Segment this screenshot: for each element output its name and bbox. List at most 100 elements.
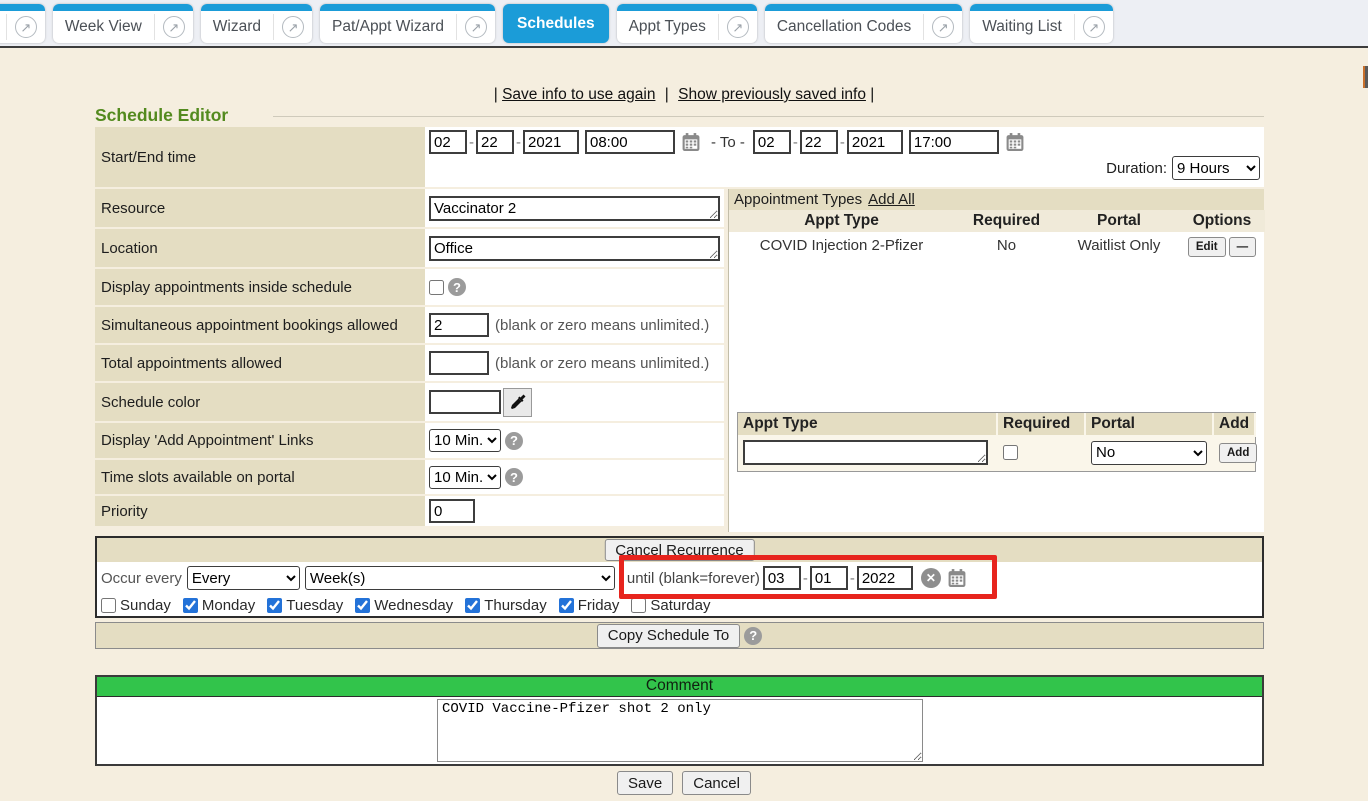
tuesday-checkbox[interactable] xyxy=(267,598,282,613)
appointment-types-panel: Appointment Types Add All Appt Type Requ… xyxy=(728,189,1264,532)
save-button[interactable]: Save xyxy=(617,771,673,795)
start-month-input[interactable] xyxy=(429,130,467,154)
until-label: until (blank=forever) xyxy=(627,570,760,587)
tab-cancellation-codes[interactable]: Cancellation Codes ↗ xyxy=(765,4,962,43)
priority-input[interactable] xyxy=(429,499,475,523)
cancel-recurrence-button[interactable]: Cancel Recurrence xyxy=(604,539,754,561)
schedule-color-input[interactable] xyxy=(429,390,501,414)
tab-label: Cancellation Codes xyxy=(765,18,923,36)
end-time-input[interactable] xyxy=(909,130,999,154)
add-links-select[interactable]: 10 Min. xyxy=(429,429,501,452)
day-tuesday[interactable]: Tuesday xyxy=(267,597,343,614)
tab-open-new-window-button[interactable]: ↗ xyxy=(456,14,495,40)
total-appointments-input[interactable] xyxy=(429,351,489,375)
until-year-input[interactable] xyxy=(857,566,913,590)
form-actions: Save Cancel xyxy=(0,771,1368,795)
schedule-form: Resource Vaccinator 2 Location Office Di… xyxy=(95,189,724,526)
new-appt-required-checkbox[interactable] xyxy=(1003,445,1018,460)
display-appointments-checkbox[interactable] xyxy=(429,280,444,295)
occur-every-label: Occur every xyxy=(101,570,182,587)
tab-open-new-window-button[interactable]: ↗ xyxy=(6,14,45,40)
until-day-input[interactable] xyxy=(810,566,848,590)
sunday-checkbox[interactable] xyxy=(101,598,116,613)
help-icon[interactable]: ? xyxy=(744,627,762,645)
copy-schedule-to-button[interactable]: Copy Schedule To xyxy=(597,624,740,648)
day-thursday[interactable]: Thursday xyxy=(465,597,547,614)
day-wednesday[interactable]: Wednesday xyxy=(355,597,453,614)
day-friday[interactable]: Friday xyxy=(559,597,620,614)
monday-checkbox[interactable] xyxy=(183,598,198,613)
thursday-checkbox[interactable] xyxy=(465,598,480,613)
tab-week-view[interactable]: Week View ↗ xyxy=(53,4,193,43)
copy-schedule-bar: Copy Schedule To ? xyxy=(95,622,1264,649)
friday-checkbox[interactable] xyxy=(559,598,574,613)
tab-open-new-window-button[interactable]: ↗ xyxy=(718,14,757,40)
comment-textarea[interactable]: COVID Vaccine-Pfizer shot 2 only xyxy=(437,699,923,762)
occur-unit-select[interactable]: Week(s) xyxy=(305,566,615,590)
add-appt-type-button[interactable]: Add xyxy=(1219,443,1257,463)
wednesday-checkbox[interactable] xyxy=(355,598,370,613)
day-saturday[interactable]: Saturday xyxy=(631,597,710,614)
edit-appt-type-button[interactable]: Edit xyxy=(1188,237,1226,257)
tab-open-new-window-button[interactable]: ↗ xyxy=(154,14,193,40)
to-label: - To - xyxy=(711,134,745,151)
saturday-checkbox[interactable] xyxy=(631,598,646,613)
occur-frequency-select[interactable]: Every xyxy=(187,566,300,590)
help-icon[interactable]: ? xyxy=(505,432,523,450)
location-input[interactable]: Office xyxy=(429,236,720,261)
total-appointments-label: Total appointments allowed xyxy=(95,345,425,381)
help-icon[interactable]: ? xyxy=(448,278,466,296)
day-sunday[interactable]: Sunday xyxy=(101,597,171,614)
tab-open-new-window-button[interactable]: ↗ xyxy=(1074,14,1113,40)
time-slots-select[interactable]: 10 Min. xyxy=(429,466,501,489)
new-appt-type-input[interactable] xyxy=(743,440,988,465)
end-year-input[interactable] xyxy=(847,130,903,154)
color-picker-button[interactable] xyxy=(503,388,532,417)
until-calendar-icon[interactable] xyxy=(947,568,967,588)
date-separator: - xyxy=(803,570,808,587)
col-required: Required xyxy=(954,210,1059,232)
add-all-link[interactable]: Add All xyxy=(868,191,915,208)
save-info-link[interactable]: Save info to use again xyxy=(502,86,655,103)
start-year-input[interactable] xyxy=(523,130,579,154)
tab-waiting-list[interactable]: Waiting List ↗ xyxy=(970,4,1113,43)
start-end-label: Start/End time xyxy=(95,127,425,187)
tab-label: Waiting List xyxy=(970,18,1074,36)
tab-open-new-window-button[interactable]: ↗ xyxy=(273,14,312,40)
end-month-input[interactable] xyxy=(753,130,791,154)
weekday-checkboxes: Sunday Monday Tuesday Wednesday Thursday… xyxy=(97,594,1262,616)
tab-open-new-window-button[interactable]: ↗ xyxy=(923,14,962,40)
help-icon[interactable]: ? xyxy=(505,468,523,486)
clear-until-date-icon[interactable]: ✕ xyxy=(921,568,941,588)
col-options: Options xyxy=(1179,210,1265,232)
date-separator: - xyxy=(516,134,521,151)
day-monday[interactable]: Monday xyxy=(183,597,255,614)
start-time-input[interactable] xyxy=(585,130,675,154)
start-calendar-icon[interactable] xyxy=(681,132,701,152)
end-calendar-icon[interactable] xyxy=(1005,132,1025,152)
time-slots-label: Time slots available on portal xyxy=(95,460,425,494)
resource-input[interactable]: Vaccinator 2 xyxy=(429,196,720,221)
simultaneous-label: Simultaneous appointment bookings allowe… xyxy=(95,307,425,343)
duration-label: Duration: xyxy=(1106,160,1167,177)
new-appt-portal-select[interactable]: No xyxy=(1091,441,1207,465)
vertical-scrollbar-thumb[interactable] xyxy=(1363,66,1368,88)
end-day-input[interactable] xyxy=(800,130,838,154)
date-separator: - xyxy=(850,570,855,587)
tab-wizard[interactable]: Wizard ↗ xyxy=(201,4,312,43)
until-month-input[interactable] xyxy=(763,566,801,590)
external-link-icon: ↗ xyxy=(727,16,749,38)
duration-select[interactable]: 9 Hours xyxy=(1172,156,1260,180)
col-portal: Portal xyxy=(1059,210,1179,232)
tab-day-view[interactable]: ew ↗ xyxy=(0,4,45,43)
start-day-input[interactable] xyxy=(476,130,514,154)
external-link-icon: ↗ xyxy=(15,16,37,38)
tab-pat-appt-wizard[interactable]: Pat/Appt Wizard ↗ xyxy=(320,4,495,43)
remove-appt-type-button[interactable]: — xyxy=(1229,237,1257,257)
cancel-button[interactable]: Cancel xyxy=(682,771,751,795)
show-saved-info-link[interactable]: Show previously saved info xyxy=(678,86,866,103)
tab-appt-types[interactable]: Appt Types ↗ xyxy=(617,4,757,43)
tab-schedules[interactable]: Schedules xyxy=(503,4,609,43)
simultaneous-input[interactable] xyxy=(429,313,489,337)
saved-info-links: | Save info to use again | Show previous… xyxy=(0,86,1368,104)
